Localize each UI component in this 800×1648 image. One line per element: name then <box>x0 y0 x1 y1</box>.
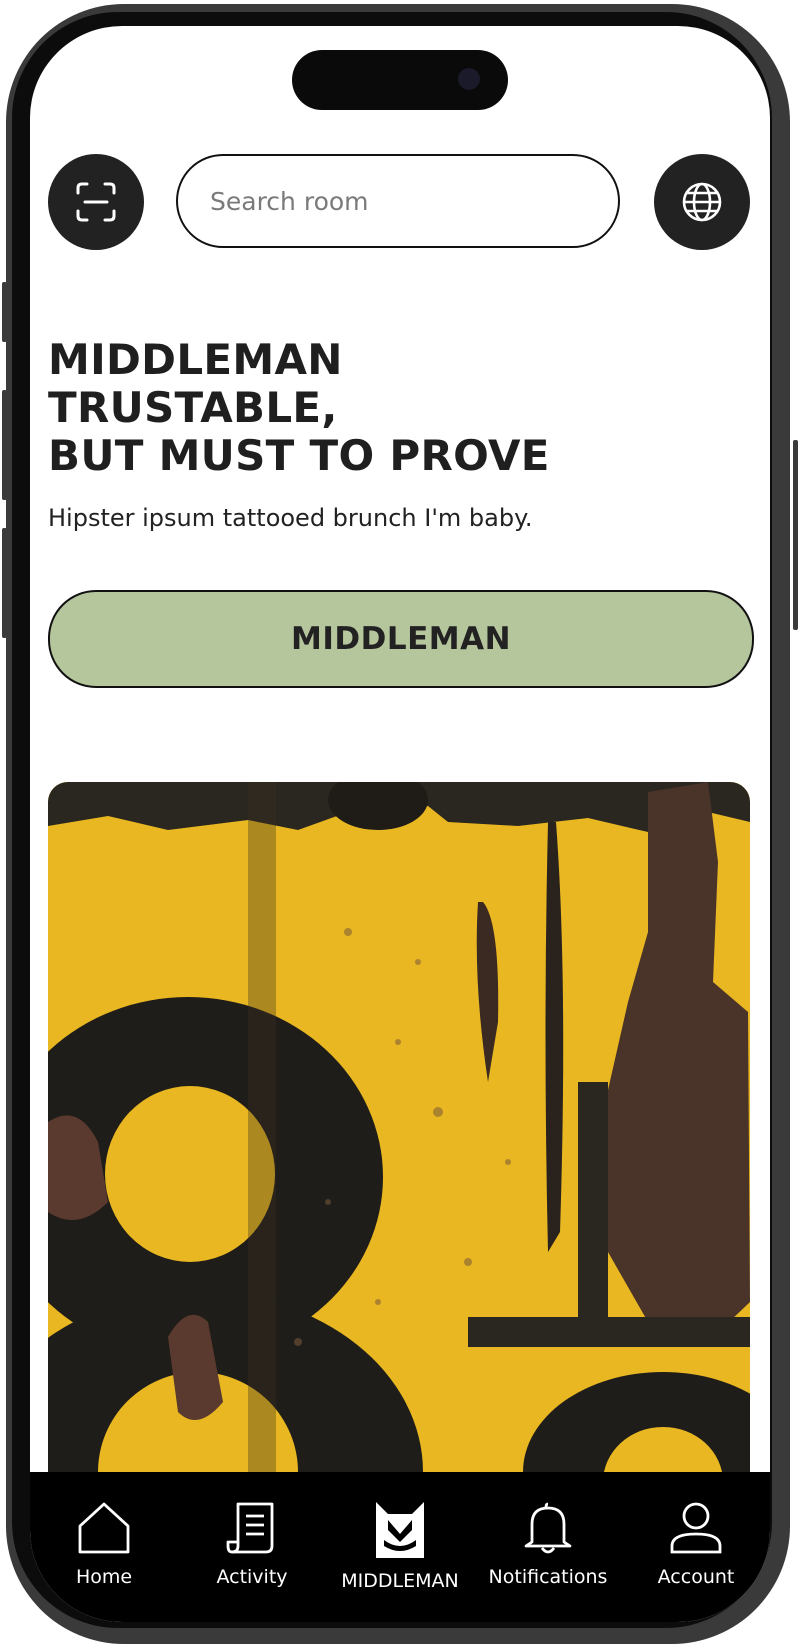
volume-up-button <box>2 390 7 500</box>
tab-notifications[interactable]: Notifications <box>474 1472 622 1622</box>
tab-middleman-label: MIDDLEMAN <box>341 1570 459 1592</box>
hero-title: MIDDLEMAN TRUSTABLE, BUT MUST TO PROVE <box>48 336 728 480</box>
language-button[interactable] <box>654 154 750 250</box>
bell-icon <box>524 1502 572 1554</box>
search-room-field[interactable] <box>176 154 620 248</box>
user-icon <box>670 1502 722 1554</box>
home-icon <box>78 1502 130 1554</box>
app-screen: MIDDLEMAN TRUSTABLE, BUT MUST TO PROVE H… <box>30 26 770 1622</box>
tab-middleman[interactable]: MIDDLEMAN <box>326 1472 474 1622</box>
hero-title-line-1: MIDDLEMAN <box>48 335 343 384</box>
middleman-logo-icon <box>376 1502 424 1558</box>
hero-title-line-2: TRUSTABLE, <box>48 383 338 432</box>
search-input[interactable] <box>208 185 572 217</box>
scan-icon <box>76 182 116 222</box>
tab-home[interactable]: Home <box>30 1472 178 1622</box>
tab-notifications-label: Notifications <box>488 1566 608 1588</box>
camera-icon <box>458 68 480 90</box>
hero-subtitle: Hipster ipsum tattooed brunch I'm baby. <box>48 504 533 532</box>
tab-home-label: Home <box>75 1566 133 1588</box>
distressed-sign-artwork <box>48 782 750 1482</box>
middleman-cta-button[interactable]: MIDDLEMAN <box>48 590 754 688</box>
volume-down-button <box>2 528 7 638</box>
action-button <box>2 282 7 342</box>
hero-title-line-3: BUT MUST TO PROVE <box>48 431 550 480</box>
scan-button[interactable] <box>48 154 144 250</box>
tab-account-label: Account <box>657 1566 735 1588</box>
bottom-tab-bar: Home Activity MIDDLEMAN Notifications Ac… <box>30 1472 770 1622</box>
tab-account[interactable]: Account <box>622 1472 770 1622</box>
tab-activity-label: Activity <box>216 1566 288 1588</box>
globe-icon <box>682 182 722 222</box>
hero-image <box>48 782 750 1482</box>
power-button <box>793 440 798 630</box>
tab-activity[interactable]: Activity <box>178 1472 326 1622</box>
dynamic-island <box>292 50 508 110</box>
receipt-icon <box>226 1502 274 1554</box>
